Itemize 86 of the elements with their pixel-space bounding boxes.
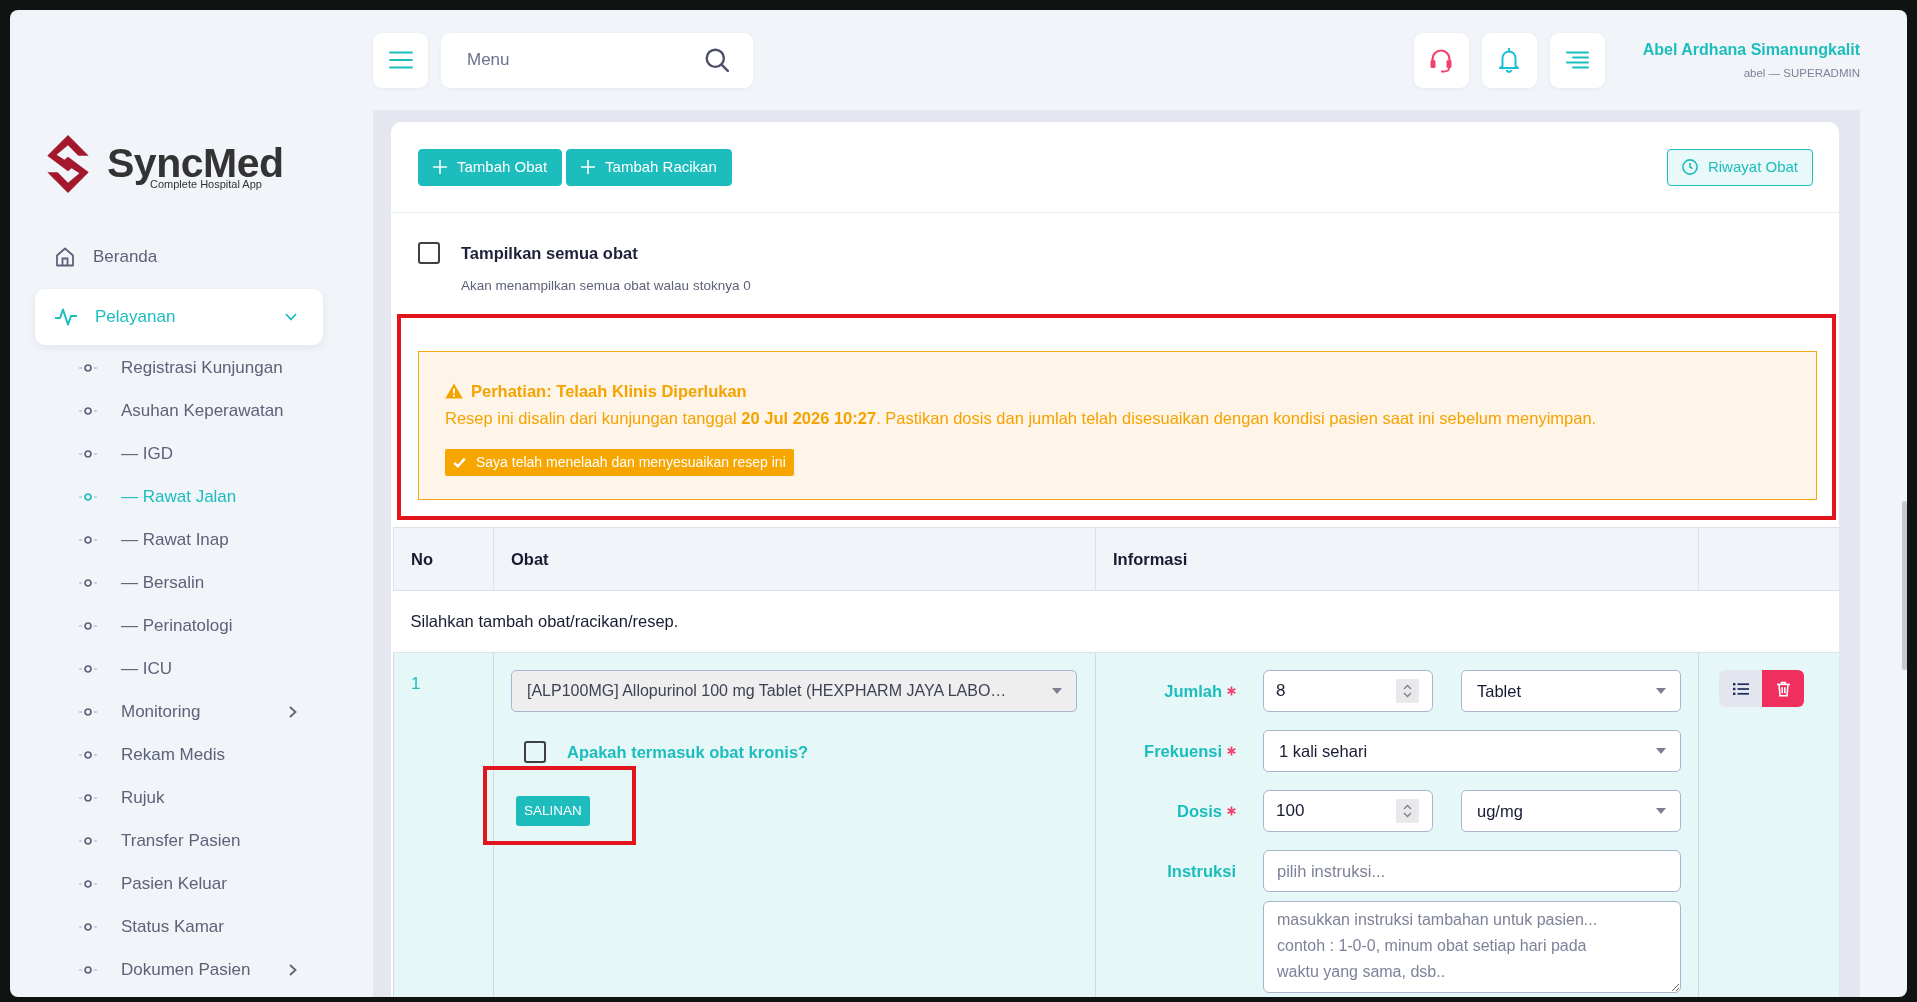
delete-button[interactable] bbox=[1762, 670, 1804, 707]
hint-text: Akan menampilkan semua obat walau stoknya 0 bbox=[461, 277, 752, 295]
bullet-icon bbox=[79, 578, 97, 587]
clock-icon bbox=[1681, 159, 1698, 175]
alert-title: Perhatian: Telaah Klinis Diperlukan bbox=[471, 381, 747, 402]
unit-select[interactable]: ug/mg bbox=[1461, 790, 1681, 832]
sidebar-subitem[interactable]: Status Kamar bbox=[35, 905, 323, 948]
checkbox[interactable] bbox=[524, 741, 546, 763]
field-label: Jumlah bbox=[1164, 680, 1222, 702]
user-role: abel — SUPERADMIN bbox=[1743, 66, 1860, 80]
sidebar-subitem[interactable]: Pasien Keluar bbox=[35, 862, 323, 905]
bullet-icon bbox=[79, 449, 97, 458]
plus-icon bbox=[581, 160, 596, 174]
bullet-icon bbox=[79, 535, 97, 544]
sidebar-subitem[interactable]: — IGD bbox=[35, 432, 323, 475]
bell-icon bbox=[1498, 47, 1521, 73]
bullet-icon bbox=[79, 879, 97, 888]
chevron-right-icon[interactable] bbox=[289, 705, 297, 718]
bullet-icon bbox=[79, 492, 97, 501]
checkbox-label[interactable]: Tampilkan semua obat bbox=[461, 242, 638, 264]
caret-icon[interactable] bbox=[1656, 808, 1666, 814]
field-label: Dosis bbox=[1177, 800, 1222, 822]
chevron-down-icon[interactable] bbox=[285, 313, 297, 321]
sidebar-subitem[interactable]: Rekam Medis bbox=[35, 733, 323, 776]
sidebar-subitem[interactable]: Rujuk bbox=[35, 776, 323, 819]
field-label: Instruksi bbox=[1167, 860, 1236, 882]
bullet-icon bbox=[79, 793, 97, 802]
scrollbar-thumb[interactable] bbox=[1902, 501, 1907, 670]
sidebar-subitem[interactable]: — Rawat Inap bbox=[35, 518, 323, 561]
alert-message: Resep ini disalin dari kunjungan tanggal 20 Jul 2026 10:27. Pastikan dosis dan jumlah telah disesuaikan dengan kondisi pasien saat ini sebelum menyimpan. bbox=[445, 408, 1598, 429]
bullet-icon bbox=[79, 406, 97, 415]
unit-select[interactable]: Tablet bbox=[1461, 670, 1681, 712]
sidebar-subitem[interactable]: Monitoring bbox=[35, 690, 323, 733]
menu-button[interactable] bbox=[373, 32, 428, 88]
sidebar-subitem[interactable]: Transfer Pasien bbox=[35, 819, 323, 862]
options-button[interactable] bbox=[1549, 32, 1605, 88]
pulse-icon bbox=[55, 308, 77, 326]
headset-icon bbox=[1429, 47, 1454, 73]
menu-icon bbox=[388, 51, 413, 69]
sidebar-subitem[interactable]: — ICU bbox=[35, 647, 323, 690]
list-icon bbox=[1732, 682, 1749, 695]
logo-icon bbox=[47, 135, 89, 193]
bullet-icon bbox=[79, 707, 97, 716]
stepper-icon[interactable] bbox=[1396, 679, 1419, 703]
bullet-icon bbox=[79, 836, 97, 845]
textarea-field[interactable]: masukkan instruksi tambahan untuk pasien... contoh : 1-0-0, minum obat setiap hari pada waktu yang sama, dsb.. bbox=[1263, 901, 1681, 993]
search-icon[interactable] bbox=[705, 48, 729, 72]
warning-icon bbox=[445, 383, 463, 399]
trash-icon bbox=[1776, 680, 1790, 697]
select-field[interactable]: 1 kali sehari bbox=[1263, 730, 1681, 772]
notification-button[interactable] bbox=[1481, 32, 1537, 88]
bullet-icon bbox=[79, 750, 97, 759]
copy-badge: SALINAN bbox=[516, 796, 590, 826]
sidebar-subitem[interactable]: — Perinatologi bbox=[35, 604, 323, 647]
sidebar-subitem[interactable]: Registrasi Kunjungan bbox=[35, 346, 323, 389]
user-name: Abel Ardhana Simanungkalit bbox=[1642, 40, 1860, 60]
stepper-icon[interactable] bbox=[1396, 799, 1419, 823]
plus-icon bbox=[433, 160, 447, 174]
sidebar-item[interactable]: Beranda bbox=[35, 235, 323, 279]
sidebar-subitem[interactable]: Asuhan Keperawatan bbox=[35, 389, 323, 432]
chevron-right-icon[interactable] bbox=[289, 963, 297, 976]
caret-icon[interactable] bbox=[1656, 688, 1666, 694]
lines-icon bbox=[1565, 51, 1590, 69]
field-label: Frekuensi bbox=[1144, 740, 1222, 762]
bullet-icon bbox=[79, 922, 97, 931]
search-field[interactable]: Menu bbox=[441, 32, 753, 88]
number-field[interactable]: 100 bbox=[1263, 790, 1433, 832]
support-button[interactable] bbox=[1413, 32, 1469, 88]
column-header: No bbox=[393, 527, 494, 591]
row-number: 1 bbox=[393, 652, 494, 997]
home-icon bbox=[55, 247, 75, 267]
column-header: Informasi bbox=[1095, 527, 1699, 591]
bullet-icon bbox=[79, 965, 97, 974]
list-button[interactable] bbox=[1719, 670, 1762, 707]
caret-icon[interactable] bbox=[1656, 748, 1666, 754]
bullet-icon bbox=[79, 363, 97, 372]
bullet-icon bbox=[79, 621, 97, 630]
column-header: Obat bbox=[493, 527, 1096, 591]
empty-message: Silahkan tambah obat/racikan/resep. bbox=[393, 590, 1839, 653]
sidebar-subitem[interactable]: — Bersalin bbox=[35, 561, 323, 604]
bullet-icon bbox=[79, 664, 97, 673]
check-icon bbox=[453, 457, 466, 468]
input-field[interactable]: pilih instruksi... bbox=[1263, 850, 1681, 892]
sidebar-subitem[interactable]: Dokumen Pasien bbox=[35, 948, 323, 991]
number-field[interactable]: 8 bbox=[1263, 670, 1433, 712]
checkbox[interactable] bbox=[418, 242, 440, 264]
